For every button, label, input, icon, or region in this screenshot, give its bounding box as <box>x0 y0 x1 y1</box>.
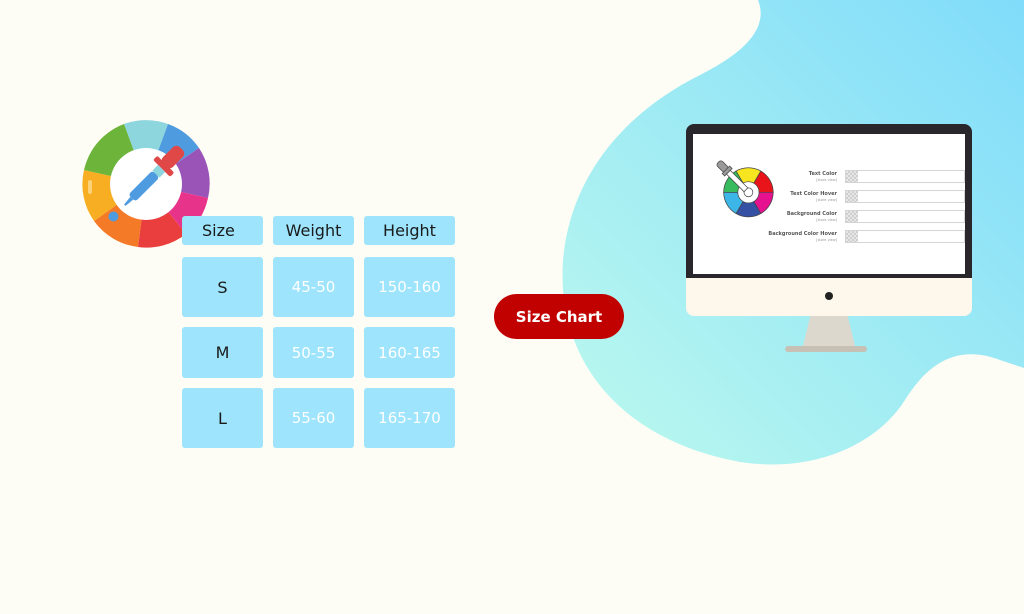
setting-row-background-color: Background Color [store view] <box>763 210 965 226</box>
setting-row-background-color-hover: Background Color Hover [store view] <box>763 230 965 246</box>
color-input[interactable] <box>845 170 965 183</box>
table-cell-height: 165-170 <box>364 388 455 448</box>
field-label: Background Color <box>786 211 837 217</box>
field-label: Text Color Hover <box>790 191 837 197</box>
size-chart-button[interactable]: Size Chart <box>494 294 624 339</box>
setting-row-text-color: Text Color [store view] <box>763 170 965 186</box>
table-cell-size: L <box>182 388 263 448</box>
field-scope: [store view] <box>816 218 837 222</box>
field-scope: [store view] <box>816 238 837 242</box>
monitor-stand-base <box>785 346 867 352</box>
table-cell-weight: 55-60 <box>273 388 354 448</box>
color-input[interactable] <box>845 190 965 203</box>
monitor-stand-neck <box>803 316 855 346</box>
monitor-chin <box>686 278 972 316</box>
field-scope: [store view] <box>816 198 837 202</box>
monitor-screen: Text Color [store view] Text Color Hover… <box>693 134 965 274</box>
table-cell-height: 150-160 <box>364 257 455 317</box>
table-header-size: Size <box>182 216 263 245</box>
color-swatch[interactable] <box>846 231 858 242</box>
field-label: Background Color Hover <box>768 231 837 237</box>
color-swatch[interactable] <box>846 191 858 202</box>
table-cell-weight: 45-50 <box>273 257 354 317</box>
monitor-bezel: Text Color [store view] Text Color Hover… <box>686 124 972 282</box>
field-label: Text Color <box>808 171 837 177</box>
table-cell-weight: 50-55 <box>273 327 354 378</box>
color-input[interactable] <box>845 210 965 223</box>
table-cell-size: S <box>182 257 263 317</box>
monitor-illustration: Text Color [store view] Text Color Hover… <box>686 124 972 356</box>
table-cell-size: M <box>182 327 263 378</box>
table-header-height: Height <box>364 216 455 245</box>
color-input[interactable] <box>845 230 965 243</box>
table-header-weight: Weight <box>273 216 354 245</box>
table-cell-height: 160-165 <box>364 327 455 378</box>
color-swatch[interactable] <box>846 171 858 182</box>
monitor-camera-icon <box>825 292 833 300</box>
field-scope: [store view] <box>816 178 837 182</box>
setting-row-text-color-hover: Text Color Hover [store view] <box>763 190 965 206</box>
color-swatch[interactable] <box>846 211 858 222</box>
